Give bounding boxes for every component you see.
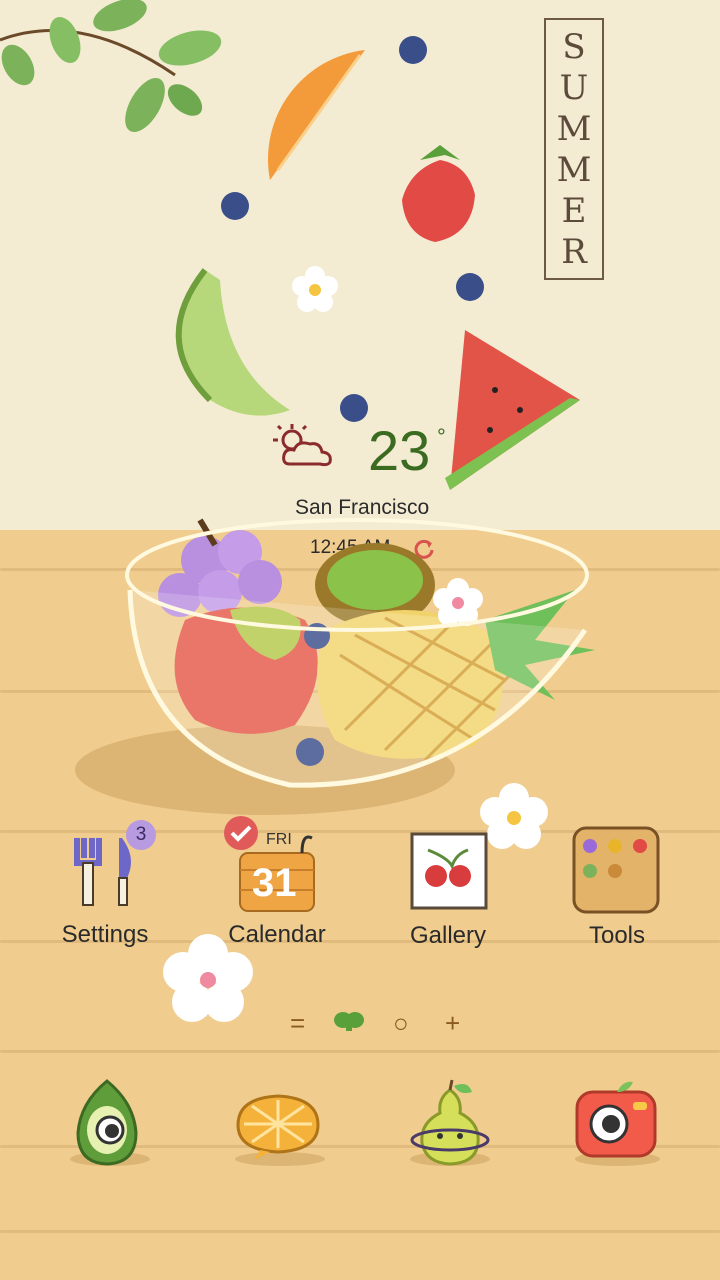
partly-cloudy-icon: [273, 424, 332, 467]
app-label: Gallery: [409, 922, 487, 949]
page-indicator-add[interactable]: +: [445, 1008, 460, 1039]
apple-camera-icon[interactable]: [573, 1078, 659, 1160]
pear-browser-icon[interactable]: [410, 1078, 492, 1166]
weather-temperature[interactable]: 23: [368, 418, 430, 483]
calendar-date: 31: [252, 861, 297, 905]
app-calendar[interactable]: FRI 31 Calendar: [222, 815, 342, 975]
page-indicator-menu[interactable]: =: [290, 1008, 305, 1039]
page-indicator-dot[interactable]: ○: [393, 1008, 409, 1039]
calendar-day: FRI: [266, 831, 292, 848]
notification-badge: 3: [126, 820, 156, 850]
app-gallery[interactable]: Gallery: [408, 830, 528, 975]
avocado-phone-icon[interactable]: [70, 1078, 145, 1168]
cherry-photo-icon: [410, 832, 488, 910]
app-label: Calendar: [228, 921, 326, 948]
app-label: Tools: [588, 922, 646, 949]
app-tools[interactable]: Tools: [572, 826, 692, 976]
weather-degree-symbol: °: [437, 424, 446, 449]
app-label: Settings: [61, 921, 149, 948]
tools-box-icon: [572, 826, 660, 914]
page-indicator-current-icon[interactable]: [333, 1010, 365, 1032]
orange-slice-messages-icon[interactable]: [232, 1090, 324, 1160]
